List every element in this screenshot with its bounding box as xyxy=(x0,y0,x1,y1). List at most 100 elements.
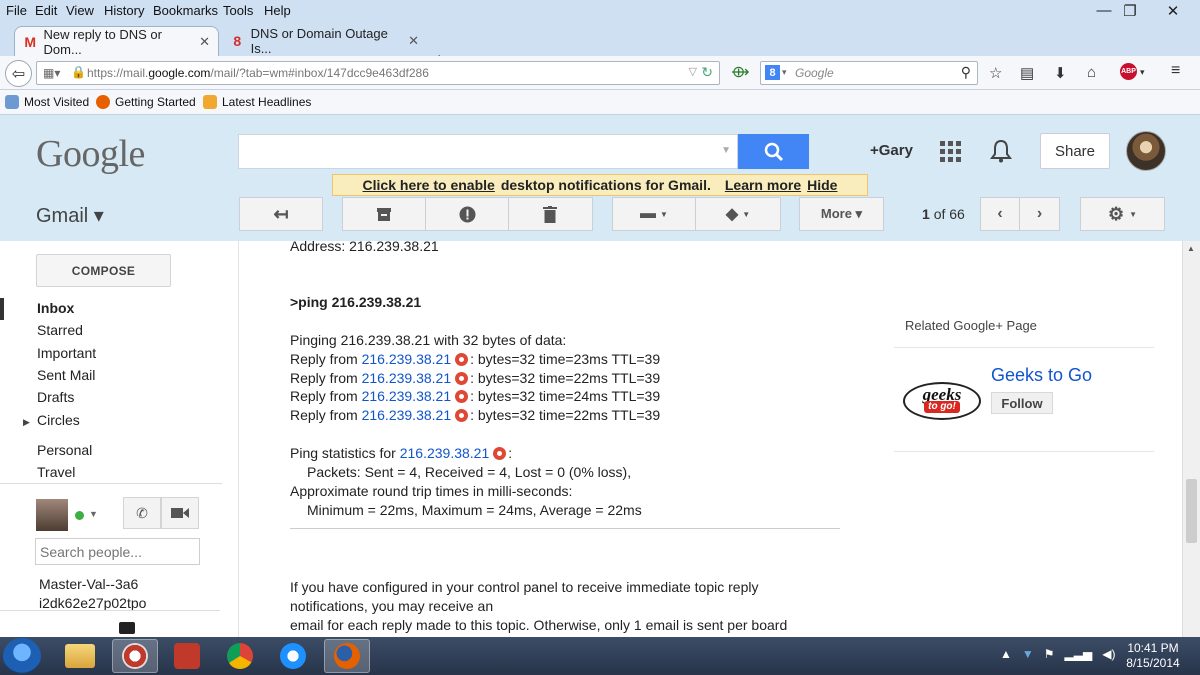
action-center-flag-icon[interactable]: ⚑ xyxy=(1044,647,1055,661)
tab-close-icon[interactable]: ✕ xyxy=(408,33,419,49)
volume-icon[interactable]: ◀) xyxy=(1102,647,1115,661)
history-dropdown-icon[interactable]: ▽ xyxy=(689,65,697,78)
page-scrollbar[interactable]: ▲ xyxy=(1182,241,1200,637)
geeks-to-go-logo[interactable]: geeks to go! xyxy=(903,382,981,420)
reload-icon[interactable]: ↻ xyxy=(701,64,713,81)
ip-lookup-icon[interactable] xyxy=(455,390,469,403)
menu-view[interactable]: View xyxy=(66,3,94,18)
bookmark-star-icon[interactable]: ☆ xyxy=(989,64,1002,82)
older-button[interactable]: › xyxy=(1020,198,1059,230)
online-status-icon[interactable] xyxy=(75,511,84,520)
expand-arrow-icon[interactable]: ▶ xyxy=(23,417,30,428)
chat-contact[interactable]: Master-Val--3a6 i2dk62e27p02tpo xyxy=(39,575,146,613)
nav-travel[interactable]: Travel xyxy=(37,464,75,480)
newer-button[interactable]: ‹ xyxy=(981,198,1021,230)
google-plus-profile-link[interactable]: +Gary xyxy=(870,142,913,159)
move-to-button[interactable]: ▬ ▼ xyxy=(613,198,697,230)
video-call-button[interactable] xyxy=(161,497,199,529)
menu-help[interactable]: Help xyxy=(264,3,291,18)
ip-link[interactable]: 216.239.38.21 xyxy=(362,407,452,423)
m-tray-icon[interactable]: ▼ xyxy=(1022,647,1034,661)
tab-gmail[interactable]: M New reply to DNS or Dom... ✕ xyxy=(14,26,219,57)
nav-sent-mail[interactable]: Sent Mail xyxy=(37,367,95,383)
tray-expand-icon[interactable]: ▲ xyxy=(1000,647,1012,661)
ip-link[interactable]: 216.239.38.21 xyxy=(362,370,452,386)
hide-link[interactable]: Hide xyxy=(807,177,837,193)
network-signal-icon[interactable]: ▂▃▅ xyxy=(1065,647,1093,661)
address-bar[interactable]: ▦▾ 🔒 https://mail.google.com/mail/?tab=w… xyxy=(36,61,720,85)
settings-button[interactable]: ⚙ ▼ xyxy=(1080,197,1165,231)
browser-search-box[interactable]: 8 ▾ Google ⚲ xyxy=(760,61,978,85)
adblock-dropdown-icon[interactable]: ▾ xyxy=(1140,67,1145,78)
ip-link[interactable]: 216.239.38.21 xyxy=(400,445,490,461)
chat-bubble-icon[interactable] xyxy=(119,622,135,634)
compose-button[interactable]: COMPOSE xyxy=(36,254,171,287)
taskbar-firefox[interactable] xyxy=(324,639,370,673)
chevron-down-icon[interactable]: ▼ xyxy=(89,509,98,519)
bookmark-getting-started[interactable]: Getting Started xyxy=(96,95,196,109)
tab-close-icon[interactable]: ✕ xyxy=(199,34,210,50)
maximize-button[interactable]: ❐ xyxy=(1108,0,1152,21)
bookmark-most-visited[interactable]: Most Visited xyxy=(5,95,89,109)
gmail-product-switcher[interactable]: Gmail ▾ xyxy=(36,203,104,228)
nav-personal[interactable]: Personal xyxy=(37,442,92,458)
call-phone-button[interactable]: ✆ xyxy=(123,497,161,529)
ip-lookup-icon[interactable] xyxy=(493,447,507,460)
enable-notifications-link[interactable]: Click here to enable xyxy=(363,177,495,193)
system-clock[interactable]: 10:41 PM 8/15/2014 xyxy=(1118,641,1188,671)
notifications-bell-icon[interactable] xyxy=(990,139,1012,163)
ip-lookup-icon[interactable] xyxy=(455,353,469,366)
adblock-icon[interactable]: ABP xyxy=(1120,63,1137,80)
delete-button[interactable] xyxy=(509,198,592,230)
archive-button[interactable] xyxy=(343,198,427,230)
search-icon[interactable]: ⚲ xyxy=(961,64,971,81)
search-people-input[interactable] xyxy=(35,538,200,565)
gmail-search-input[interactable]: ▼ xyxy=(238,134,738,169)
google-logo[interactable]: Google xyxy=(36,132,145,176)
apps-grid-icon[interactable] xyxy=(940,141,961,162)
taskbar-explorer[interactable] xyxy=(57,639,103,673)
ip-lookup-icon[interactable] xyxy=(455,372,469,385)
nav-inbox[interactable]: Inbox xyxy=(37,300,74,316)
download-icon[interactable]: ⬇ xyxy=(1054,64,1067,82)
learn-more-link[interactable]: Learn more xyxy=(725,177,801,193)
ip-link[interactable]: 216.239.38.21 xyxy=(362,351,452,367)
close-window-button[interactable]: ✕ xyxy=(1148,0,1198,21)
back-button[interactable]: ⇦ xyxy=(5,60,32,87)
ip-lookup-icon[interactable] xyxy=(455,409,469,422)
start-button[interactable] xyxy=(3,638,41,674)
menu-history[interactable]: History xyxy=(104,3,144,18)
bookmark-latest-headlines[interactable]: Latest Headlines xyxy=(203,95,311,109)
scroll-up-icon[interactable]: ▲ xyxy=(1187,244,1195,253)
taskbar-pokerstars[interactable] xyxy=(164,639,210,673)
nav-drafts[interactable]: Drafts xyxy=(37,389,74,405)
labels-button[interactable]: ◆ ▼ xyxy=(696,198,780,230)
share-button[interactable]: Share xyxy=(1040,133,1110,169)
gmail-search-button[interactable] xyxy=(738,134,809,169)
home-icon[interactable]: ⌂ xyxy=(1087,64,1096,81)
bookmarks-list-icon[interactable]: ▤ xyxy=(1020,64,1034,82)
scrollbar-thumb[interactable] xyxy=(1186,479,1197,543)
search-options-icon[interactable]: ▼ xyxy=(721,145,731,156)
taskbar-chrome[interactable] xyxy=(217,639,263,673)
hamburger-menu-icon[interactable]: ≡ xyxy=(1171,62,1180,80)
bookmark-star-green-icon[interactable]: ⟴ xyxy=(731,62,750,82)
ip-link[interactable]: 216.239.38.21 xyxy=(362,388,452,404)
menu-file[interactable]: File xyxy=(6,3,27,18)
menu-bookmarks[interactable]: Bookmarks xyxy=(153,3,218,18)
taskbar-snipping-tool[interactable] xyxy=(112,639,158,673)
related-page-link[interactable]: Geeks to Go xyxy=(991,365,1092,386)
nav-starred[interactable]: Starred xyxy=(37,322,83,338)
follow-button[interactable]: Follow xyxy=(991,392,1053,414)
user-avatar[interactable] xyxy=(1126,131,1166,171)
report-spam-button[interactable] xyxy=(426,198,509,230)
back-to-inbox-button[interactable]: ↤ xyxy=(239,197,323,231)
nav-circles[interactable]: Circles xyxy=(37,412,80,428)
tab-dns-outage[interactable]: 8 DNS or Domain Outage Is... ✕ xyxy=(222,26,427,56)
menu-tools[interactable]: Tools xyxy=(223,3,253,18)
nav-important[interactable]: Important xyxy=(37,345,96,361)
taskbar-internet-explorer[interactable] xyxy=(270,639,316,673)
engine-dropdown-icon[interactable]: ▾ xyxy=(782,67,787,78)
more-actions-button[interactable]: More ▾ xyxy=(799,197,884,231)
menu-edit[interactable]: Edit xyxy=(35,3,57,18)
